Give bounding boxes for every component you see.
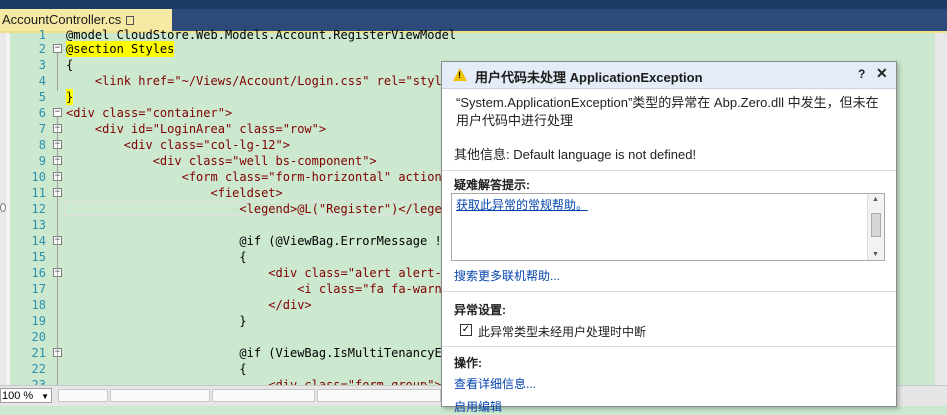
code-line: { — [66, 362, 247, 376]
code-line: { — [66, 250, 247, 264]
code-line: <div class="col-lg-12"> — [66, 138, 290, 152]
warning-exclamation: ! — [458, 70, 461, 80]
break-on-exception-label[interactable]: 此异常类型未经用户处理时中断 — [478, 323, 646, 340]
code-line: } — [66, 89, 74, 105]
line-number: 16 — [31, 266, 46, 280]
break-on-exception-checkbox[interactable]: ✓ — [460, 324, 472, 336]
scroll-down-icon[interactable]: ▼ — [872, 251, 879, 258]
code-line: @section Styles — [66, 41, 175, 57]
line-number: 19 — [31, 314, 46, 328]
tips-heading: 疑难解答提示: — [454, 178, 530, 192]
exception-message: “System.ApplicationException”类型的异常在 Abp.… — [456, 95, 879, 128]
exception-helper-popup: ! 用户代码未处理 ApplicationException ? ✕ “Syst… — [441, 61, 897, 414]
settings-heading: 异常设置: — [454, 303, 506, 317]
additional-info: 其他信息: Default language is not defined! — [454, 147, 697, 162]
code-line: <legend>@L("Register")</legend — [66, 202, 457, 216]
outline-guide — [57, 53, 58, 91]
line-number: 8 — [38, 138, 46, 152]
line-number: 18 — [31, 298, 46, 312]
code-line: <i class="fa fa-warnin — [66, 282, 457, 296]
outline-guide — [57, 117, 58, 385]
line-number: 13 — [31, 218, 46, 232]
code-line: @if (@ViewBag.ErrorMessage != — [66, 234, 449, 248]
code-line: @if (ViewBag.IsMultiTenancyEna — [66, 346, 457, 360]
tips-general-help-link[interactable]: 获取此异常的常规帮助。 — [456, 196, 588, 213]
horizontal-scrollbar-segment[interactable] — [317, 389, 441, 402]
code-line: <div class="container"> — [66, 106, 233, 120]
line-number: 5 — [38, 90, 46, 104]
enable-editing-link[interactable]: 启用编辑 — [454, 398, 502, 415]
tips-scrollbar[interactable]: ▲ ▼ — [867, 194, 884, 260]
line-number: 4 — [38, 74, 46, 88]
collapse-toggle-icon[interactable]: − — [53, 44, 62, 53]
tab-filename: AccountController.cs — [2, 12, 122, 27]
code-line: { — [66, 58, 74, 72]
outlining-margin: − − − − − − − − − − — [50, 33, 64, 385]
chevron-down-icon: ▼ — [41, 392, 49, 401]
code-line: <div class="alert alert-da — [66, 266, 457, 280]
code-line: </div> — [66, 298, 312, 312]
divider — [442, 291, 896, 292]
collapse-toggle-icon[interactable]: − — [53, 108, 62, 117]
pin-icon[interactable] — [126, 16, 135, 25]
line-number: 10 — [31, 170, 46, 184]
popup-title: 用户代码未处理 ApplicationException — [475, 70, 703, 85]
code-line: <div id="LoginArea" class="row"> — [66, 122, 327, 136]
actions-heading: 操作: — [454, 356, 482, 370]
horizontal-scrollbar-segment[interactable] — [58, 389, 108, 402]
line-number: 2 — [38, 42, 46, 56]
line-number: 22 — [31, 362, 46, 376]
line-number: 12 — [31, 202, 46, 216]
zoom-select[interactable]: 100 % ▼ — [0, 388, 52, 403]
line-number: 3 — [38, 58, 46, 72]
line-number: 7 — [38, 122, 46, 136]
editor-vertical-scrollbar[interactable] — [935, 33, 947, 385]
zoom-value: 100 % — [2, 390, 34, 402]
close-button[interactable]: ✕ — [876, 65, 888, 82]
code-line: <fieldset> — [66, 186, 283, 200]
view-details-link[interactable]: 查看详细信息... — [454, 375, 536, 392]
line-number: 6 — [38, 106, 46, 120]
scroll-thumb[interactable] — [871, 213, 881, 237]
line-number: 20 — [31, 330, 46, 344]
scroll-up-icon[interactable]: ▲ — [872, 196, 879, 203]
help-button[interactable]: ? — [858, 67, 865, 81]
code-line: <div class="well bs-component"> — [66, 154, 377, 168]
more-online-help-link[interactable]: 搜索更多联机帮助... — [454, 267, 560, 284]
line-number-column: 1 2 3 4 5 6 7 8 9 10 11 12 13 14 15 16 1… — [10, 28, 50, 392]
popup-header: ! 用户代码未处理 ApplicationException ? ✕ — [442, 62, 896, 89]
line-number: 9 — [38, 154, 46, 168]
horizontal-scrollbar-segment[interactable] — [212, 389, 315, 402]
line-number: 21 — [31, 346, 46, 360]
divider — [442, 346, 896, 347]
horizontal-scrollbar-segment[interactable] — [110, 389, 210, 402]
title-bar — [0, 0, 947, 9]
line-number: 11 — [31, 186, 46, 200]
line-number: 14 — [31, 234, 46, 248]
code-line: <link href="~/Views/Account/Login.css" r… — [66, 74, 457, 88]
code-line: } — [66, 314, 247, 328]
divider — [442, 170, 896, 171]
tips-list[interactable]: 获取此异常的常规帮助。 ▲ ▼ — [451, 193, 885, 261]
code-line: <form class="form-horizontal" action=" — [66, 170, 457, 184]
line-number: 15 — [31, 250, 46, 264]
line-number: 17 — [31, 282, 46, 296]
